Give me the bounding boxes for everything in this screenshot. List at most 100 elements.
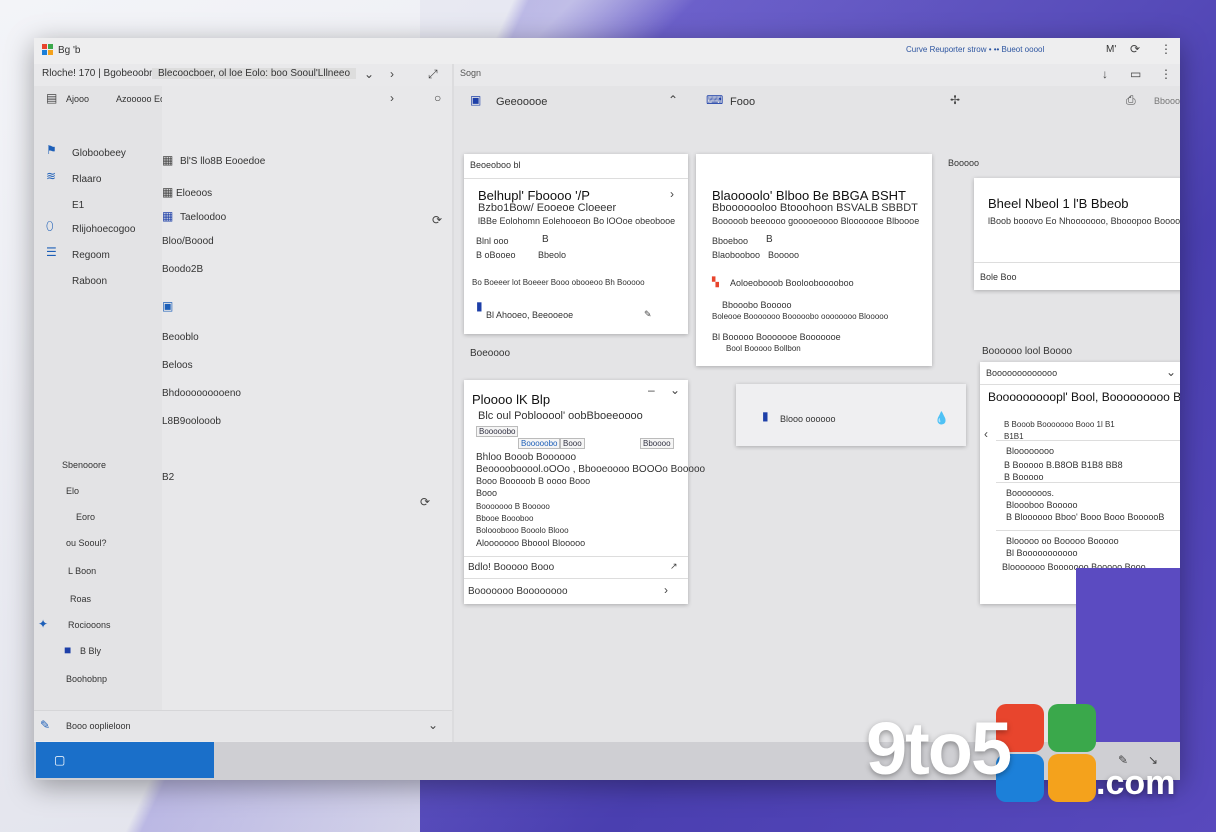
file-item-8[interactable]: Bhdooooooooeno: [162, 388, 241, 399]
sidebar-lower-1[interactable]: Sbenooore: [62, 460, 106, 470]
card1-line3: lBBe Eolohomn Eolehooeon Bo lOOoe obeobo…: [478, 216, 676, 226]
download-icon[interactable]: ↓: [1102, 68, 1108, 80]
card-1[interactable]: Beoeoboo bl Belhupl' Fboooo '/P › Bzbo1B…: [464, 154, 688, 334]
more-icon[interactable]: ⋮: [1160, 43, 1172, 55]
sidebar-lower-3[interactable]: Eoro: [76, 512, 95, 522]
chevron-right-icon[interactable]: ›: [390, 92, 394, 104]
window-icon[interactable]: ▭: [1130, 68, 1141, 80]
file-item-10[interactable]: B2: [162, 472, 174, 483]
card6-line2: B Booob Booooooo Booo 1l B1: [1004, 420, 1115, 429]
file-item-4[interactable]: Bloo/Boood: [162, 236, 214, 247]
chevron-up-icon[interactable]: ⌃: [668, 94, 678, 106]
card-2[interactable]: Blaoooolo' Blboo Be BBGA BSHT Bboooooolo…: [696, 154, 932, 366]
notification-icon[interactable]: ⟳: [1130, 43, 1140, 55]
card6-line4: Bloooooooo: [1006, 446, 1055, 456]
start-button[interactable]: ▢: [36, 742, 214, 778]
sync-icon[interactable]: ⟳: [420, 496, 430, 508]
search-text[interactable]: Blecoocboer, ol loe Eolo: boo Sooul'Llln…: [152, 68, 357, 79]
card2-line8: Boleooe Booooooo Booooobo oooooooo Blooo…: [712, 312, 889, 321]
card5-label: Blooo oooooo: [780, 414, 836, 424]
divider: [974, 262, 1180, 263]
chevron-down-icon[interactable]: ⌄: [1166, 366, 1176, 378]
file-icon: ▦: [162, 209, 174, 223]
edit-icon[interactable]: ✎: [644, 308, 652, 320]
file-item-5[interactable]: Boodo2B: [162, 264, 203, 275]
chevron-right-icon[interactable]: ›: [664, 584, 668, 596]
sidebar-item-4[interactable]: Rlijohoecogoo: [72, 224, 135, 235]
card4-footer-1[interactable]: Bdlo! Booooo Booo: [468, 562, 554, 573]
card4-chip-1[interactable]: Booooobo: [476, 426, 519, 437]
card4-line5: Beoooobooool.oOOo , Bbooeoooo BOOOo Booo…: [476, 464, 706, 475]
sparkle-icon: ✦: [38, 617, 49, 631]
sidebar-lower-8[interactable]: B Bly: [80, 646, 101, 656]
phone-icon: ▮: [476, 299, 483, 313]
sidebar-lower-6[interactable]: Roas: [70, 594, 91, 604]
card-5[interactable]: ▮ Blooo oooooo 💧: [736, 384, 966, 446]
card4-chip-4[interactable]: Bboooo: [640, 438, 674, 449]
card-4[interactable]: Ploooo lK Blp – ⌄ Blc oul Poblooool' oob…: [464, 380, 705, 604]
card4-line2: Blc oul Poblooool' oobBboeeoooo: [478, 410, 643, 422]
sidebar-item-1[interactable]: Globoobeey: [72, 148, 126, 159]
divider: [996, 482, 1180, 483]
card6-line10: Blooooo oo Booooo Booooo: [1006, 536, 1119, 546]
thumb-icon[interactable]: ↗: [670, 560, 678, 572]
card6-line9: B Bloooooo Bboo' Booo Booo BoooooB: [1006, 512, 1165, 522]
card2-line7: Bbooobo Booooo: [722, 300, 792, 310]
menu-icon[interactable]: ⋮: [1160, 68, 1172, 80]
card6-header: Booooooooooooo: [986, 368, 1058, 378]
chevron-left-icon[interactable]: ‹: [984, 428, 988, 440]
watermark-domain: .com: [1096, 764, 1176, 802]
card4-title: Ploooo lK Blp: [472, 392, 551, 407]
card-3[interactable]: Bheel Nbeol 1 l'B Bbeob ⌄ lBoob booovo E…: [974, 178, 1180, 290]
panel1-title: Geeooooe: [496, 96, 548, 108]
sidebar-lower-5[interactable]: L Boon: [68, 566, 96, 576]
file-item-3[interactable]: Taeloodoo: [180, 212, 226, 223]
app-window: Bg 'b Curve Reuporter strow • •• Bueot o…: [34, 38, 1180, 780]
file-item-7[interactable]: Beloos: [162, 360, 193, 371]
chevron-down-icon[interactable]: ⌄: [428, 719, 438, 731]
card4-line8: Booooooo B Booooo: [476, 502, 550, 511]
card4-chip-3[interactable]: Booo: [560, 438, 585, 449]
close-icon[interactable]: –: [648, 384, 655, 396]
forward-icon[interactable]: ›: [390, 68, 394, 80]
card6-line11: Bl Booooooooooo: [1006, 548, 1078, 558]
file-item-6[interactable]: Beooblo: [162, 332, 199, 343]
card2-row2: Blaobooboo: [712, 250, 761, 260]
card6-line5: B Booooo B.B8OB B1B8 BB8: [1004, 460, 1123, 470]
card2-row2-value: Booooo: [768, 250, 800, 260]
file-item-1[interactable]: Bl'S llo8B Eooedoe: [180, 156, 265, 167]
card3-title: Bheel Nbeol 1 l'B Bbeob: [988, 196, 1129, 211]
sidebar-item-5[interactable]: Regoom: [72, 250, 110, 261]
card1-line6: Bo Boeeer lot Boeeer Booo obooeoo Bh Boo…: [472, 278, 645, 287]
sync-icon[interactable]: ⟳: [432, 214, 442, 226]
sidebar-lower-4[interactable]: ou Sooul?: [66, 538, 107, 548]
chevron-down-icon[interactable]: ⌄: [364, 68, 374, 80]
print-icon[interactable]: ⎙: [1126, 94, 1136, 106]
chevron-right-icon[interactable]: ›: [670, 188, 674, 200]
file-icon: ▦: [162, 185, 174, 199]
file-item-9[interactable]: L8B9oolooob: [162, 416, 221, 427]
list-icon: ☰: [46, 245, 57, 259]
card4-chip-2[interactable]: Booooobo: [518, 438, 561, 449]
sidebar-item-3[interactable]: E1: [72, 200, 84, 211]
address-bar: Rloche! 170 | Bgobeoobrg Blecoocboer, ol…: [34, 64, 1180, 86]
divider: [464, 556, 688, 557]
sidebar-item-6[interactable]: Raboon: [72, 276, 107, 287]
expand-icon[interactable]: ⤢: [428, 68, 438, 80]
sidebar-lower-7[interactable]: Rociooons: [68, 620, 111, 630]
drop-icon[interactable]: 💧: [934, 412, 949, 424]
card3-line2: lBoob booovo Eo Nhooooooo, Bbooopoo Booo…: [988, 216, 1180, 226]
card2-line3: Booooob beeoooo gooooeoooo Blooooooe Blb…: [712, 216, 920, 226]
info-icon[interactable]: ○: [434, 92, 441, 104]
divider: [996, 440, 1180, 441]
pin-icon[interactable]: ✢: [950, 94, 960, 106]
address-path[interactable]: Rloche! 170 | Bgobeoobrg: [42, 68, 158, 79]
sidebar-lower-9[interactable]: Boohobnp: [66, 674, 107, 684]
card6-line7: Booooooos.: [1006, 488, 1055, 498]
card4-footer-2[interactable]: Booooooo Boooooooo: [468, 586, 568, 597]
sidebar-lower-2[interactable]: Elo: [66, 486, 79, 496]
panel3-title: Booooo: [948, 158, 980, 168]
chevron-down-icon[interactable]: ⌄: [670, 384, 680, 396]
file-item-2[interactable]: Eloeoos: [176, 188, 212, 199]
sidebar-item-2[interactable]: Rlaaro: [72, 174, 101, 185]
